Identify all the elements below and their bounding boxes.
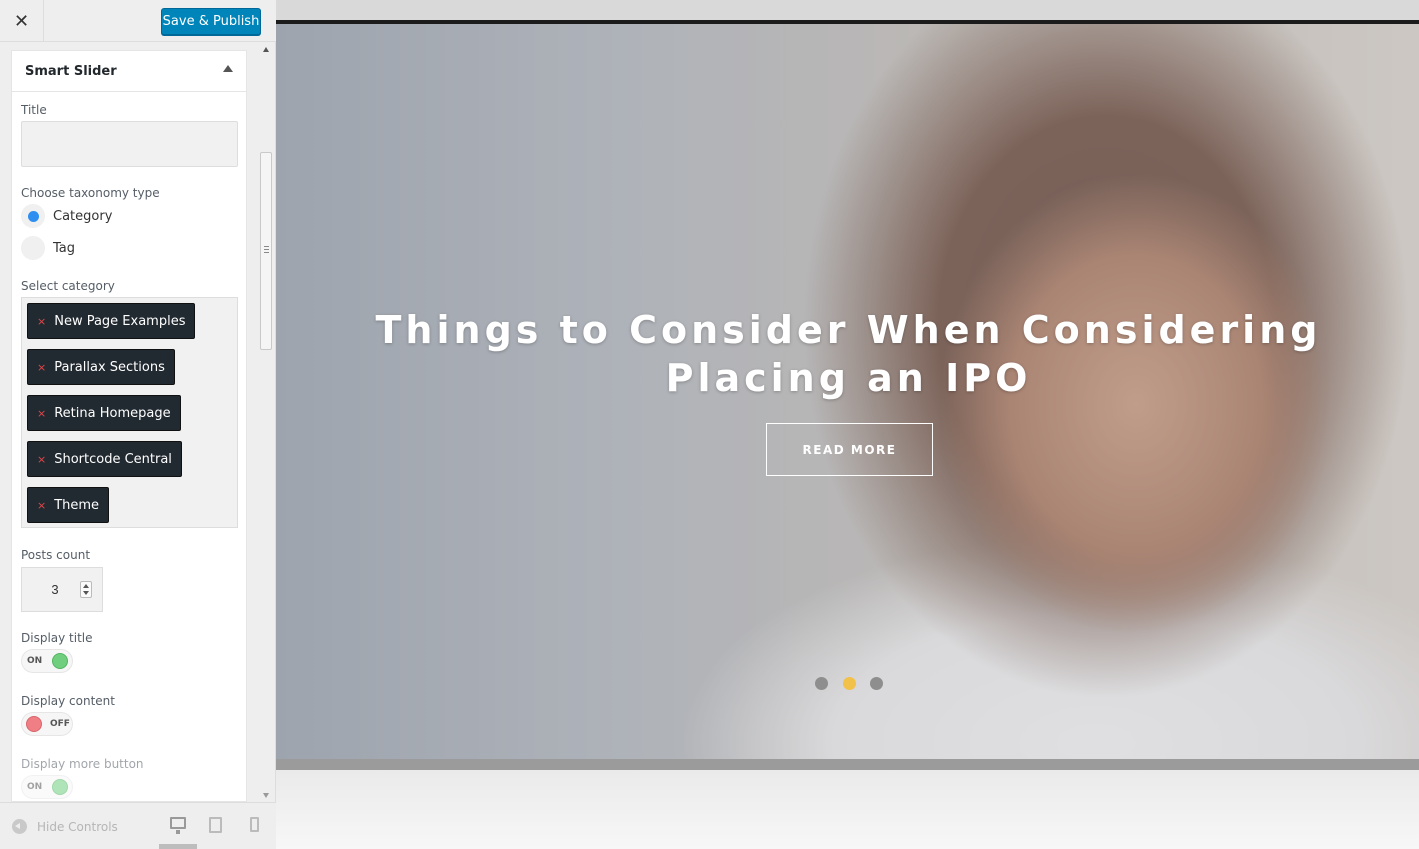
slider-dot[interactable] — [870, 677, 883, 690]
scroll-down-icon[interactable] — [263, 793, 269, 798]
scrollbar-thumb[interactable] — [260, 152, 272, 350]
tablet-icon[interactable] — [209, 817, 222, 833]
radio-button[interactable] — [21, 204, 45, 228]
slide-title: Things to Consider When Considering Plac… — [375, 308, 1322, 400]
stepper-up-icon[interactable] — [83, 584, 89, 588]
read-more-button[interactable]: READ MORE — [766, 423, 933, 476]
title-label: Title — [21, 103, 47, 117]
display-content-toggle[interactable]: OFF — [21, 712, 73, 736]
category-chip[interactable]: × Retina Homepage — [27, 395, 181, 431]
display-content-label: Display content — [21, 694, 115, 708]
save-publish-button[interactable]: Save & Publish — [161, 8, 261, 35]
radio-label: Category — [53, 208, 113, 224]
scroll-up-icon[interactable] — [263, 47, 269, 52]
panel-title: Smart Slider — [25, 64, 117, 79]
display-title-toggle[interactable]: ON — [21, 649, 73, 673]
slider-dot[interactable] — [815, 677, 828, 690]
mobile-icon[interactable] — [250, 817, 259, 832]
preview-bottom-border — [276, 759, 1419, 770]
stepper-down-icon[interactable] — [83, 591, 89, 595]
collapse-left-icon — [12, 819, 27, 834]
toggle-knob — [52, 653, 68, 669]
preview-top-strip — [276, 0, 1419, 20]
taxonomy-label: Choose taxonomy type — [21, 186, 160, 200]
preview-below-area — [276, 770, 1419, 849]
chip-label: Theme — [54, 497, 100, 513]
chip-label: Retina Homepage — [54, 405, 171, 421]
select-category-label: Select category — [21, 279, 115, 293]
slider-slide: Things to Consider When Considering Plac… — [276, 24, 1419, 759]
radio-category[interactable]: Category — [21, 204, 112, 228]
radio-label: Tag — [53, 240, 76, 256]
remove-icon[interactable]: × — [37, 361, 46, 374]
display-more-button-label: Display more button — [21, 757, 144, 771]
active-device-indicator — [159, 844, 197, 849]
category-chip[interactable]: × Parallax Sections — [27, 349, 175, 385]
radio-tag[interactable]: Tag — [21, 236, 75, 260]
hide-controls-button[interactable]: Hide Controls — [12, 819, 118, 834]
chip-label: Shortcode Central — [54, 451, 172, 467]
radio-button[interactable] — [21, 236, 45, 260]
category-chip[interactable]: × New Page Examples — [27, 303, 196, 339]
customizer-footer: Hide Controls — [0, 802, 276, 849]
toggle-state: ON — [27, 782, 43, 792]
hide-controls-label: Hide Controls — [37, 819, 118, 834]
toggle-state: OFF — [50, 719, 70, 729]
site-preview: Things to Consider When Considering Plac… — [276, 0, 1419, 849]
collapse-arrow-icon[interactable] — [223, 65, 233, 72]
posts-count-label: Posts count — [21, 548, 91, 562]
display-title-label: Display title — [21, 631, 93, 645]
panel-header[interactable]: Smart Slider — [12, 51, 246, 92]
posts-count-value[interactable]: 3 — [22, 582, 88, 597]
customizer-header: ✕ Save & Publish — [0, 0, 276, 42]
category-multiselect[interactable]: × New Page Examples × Parallax Sections … — [21, 297, 238, 528]
slider-dot-active[interactable] — [843, 677, 856, 690]
remove-icon[interactable]: × — [37, 315, 46, 328]
remove-icon[interactable]: × — [37, 453, 46, 466]
chip-label: Parallax Sections — [54, 359, 165, 375]
customizer-sidebar: ✕ Save & Publish Smart Slider Title Choo… — [0, 0, 276, 849]
desktop-icon[interactable] — [170, 817, 186, 834]
category-chip[interactable]: × Shortcode Central — [27, 441, 182, 477]
toggle-knob — [26, 716, 42, 732]
display-more-button-toggle[interactable]: ON — [21, 775, 73, 799]
toggle-knob — [52, 779, 68, 795]
smart-slider-panel: Smart Slider Title Choose taxonomy type … — [11, 50, 247, 802]
toggle-state: ON — [27, 656, 43, 666]
radio-selected-dot — [27, 210, 39, 222]
chip-label: New Page Examples — [54, 313, 186, 329]
remove-icon[interactable]: × — [37, 407, 46, 420]
title-input[interactable] — [21, 121, 238, 167]
sidebar-scrollbar[interactable] — [258, 42, 274, 802]
stepper-arrows[interactable] — [80, 581, 92, 598]
posts-count-stepper[interactable]: 3 — [21, 567, 103, 612]
category-chip[interactable]: × Theme — [27, 487, 110, 523]
close-icon[interactable]: ✕ — [0, 0, 44, 42]
remove-icon[interactable]: × — [37, 499, 46, 512]
grip-icon — [264, 246, 269, 253]
